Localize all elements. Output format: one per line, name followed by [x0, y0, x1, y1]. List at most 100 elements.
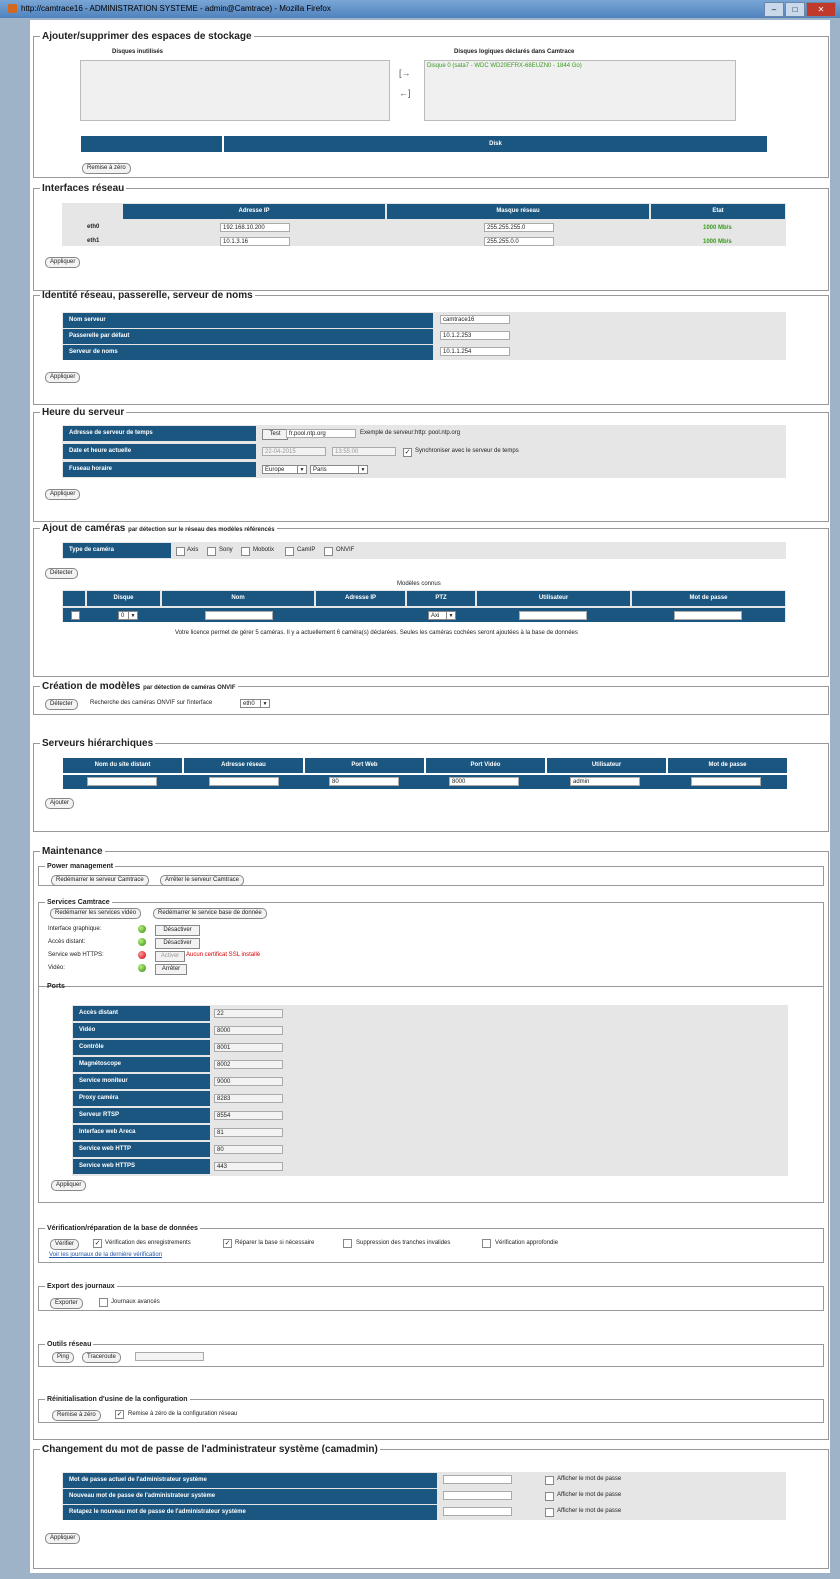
- advanced-logs-checkbox[interactable]: [99, 1298, 108, 1307]
- unused-disks-list[interactable]: [80, 60, 390, 121]
- camera-type-axis-checkbox[interactable]: [176, 547, 185, 556]
- sync-ntp-checkbox[interactable]: ✓: [403, 448, 412, 457]
- camera-type-sony-checkbox[interactable]: [207, 547, 216, 556]
- hier-web-port-input[interactable]: 80: [329, 777, 399, 786]
- declared-disk-item[interactable]: Disque 0 (sata7 - WDC WD20EFRX-68EUZN0 -…: [427, 63, 582, 69]
- detect-cameras-button[interactable]: Détecter: [45, 568, 78, 579]
- date-input[interactable]: 22-04-2015: [262, 447, 326, 456]
- repair-db-checkbox[interactable]: ✓: [223, 1239, 232, 1248]
- video-service-label: Vidéo:: [48, 965, 65, 971]
- port-input[interactable]: 80: [214, 1145, 283, 1154]
- camera-disk-select[interactable]: 0 ▼: [118, 611, 138, 620]
- iface-eth1-ip-input[interactable]: 10.1.3.16: [220, 237, 290, 246]
- verify-logs-link[interactable]: Voir les journaux de la dernière vérific…: [49, 1252, 162, 1258]
- retype-password-input[interactable]: [443, 1507, 512, 1516]
- camera-row-checkbox[interactable]: [71, 611, 80, 620]
- network-tool-target-input[interactable]: [135, 1352, 204, 1361]
- apply-identity-button[interactable]: Appliquer: [45, 372, 81, 383]
- port-input[interactable]: 443: [214, 1162, 283, 1171]
- timezone-region-select[interactable]: Europe ▼: [262, 465, 307, 474]
- gui-status-green-icon: [138, 925, 146, 933]
- add-disk-arrow-icon[interactable]: [→: [399, 68, 411, 78]
- network-legend: Interfaces réseau: [42, 183, 125, 194]
- ntp-test-button[interactable]: Test: [262, 429, 288, 440]
- close-icon[interactable]: ✕: [806, 2, 836, 17]
- hier-video-port-input[interactable]: 8000: [449, 777, 519, 786]
- port-label: Vidéo: [73, 1023, 210, 1038]
- restart-server-button[interactable]: Redémarrer le serveur Camtrace: [51, 875, 149, 886]
- remote-access-disable-button[interactable]: Désactiver: [155, 938, 200, 949]
- server-name-input[interactable]: camtrace16: [440, 315, 510, 324]
- iface-eth0-mask-input[interactable]: 255.255.255.0: [484, 223, 554, 232]
- port-input[interactable]: 8001: [214, 1043, 283, 1052]
- https-enable-button[interactable]: Activer: [155, 951, 185, 962]
- ping-button[interactable]: Ping: [52, 1352, 75, 1363]
- deep-verify-checkbox[interactable]: [482, 1239, 491, 1248]
- camera-disk-value: 0: [121, 613, 125, 619]
- port-input[interactable]: 9000: [214, 1077, 283, 1086]
- factory-reset-button[interactable]: Remise à zéro: [52, 1410, 101, 1421]
- timezone-city-value: Paris: [313, 467, 327, 473]
- reset-storage-button[interactable]: Remise à zéro: [82, 163, 131, 174]
- show-new-password-label: Afficher le mot de passe: [557, 1492, 622, 1498]
- traceroute-button[interactable]: Traceroute: [82, 1352, 121, 1363]
- port-input[interactable]: 8000: [214, 1026, 283, 1035]
- stop-server-button[interactable]: Arrêter le serveur Camtrace: [160, 875, 245, 886]
- export-logs-button[interactable]: Exporter: [50, 1298, 83, 1309]
- delete-invalid-checkbox[interactable]: [343, 1239, 352, 1248]
- camera-type-onvif-checkbox[interactable]: [324, 547, 333, 556]
- time-input[interactable]: 13:55:00: [332, 447, 396, 456]
- show-new-password-checkbox[interactable]: [545, 1492, 554, 1501]
- hier-site-input[interactable]: [87, 777, 157, 786]
- gateway-input[interactable]: 10.1.2.253: [440, 331, 510, 340]
- timezone-city-select[interactable]: Paris ▼: [310, 465, 368, 474]
- add-hier-server-button[interactable]: Ajouter: [45, 798, 75, 809]
- camera-user-input[interactable]: [519, 611, 587, 620]
- verify-db-button[interactable]: Vérifier: [50, 1239, 80, 1250]
- port-input[interactable]: 8283: [214, 1094, 283, 1103]
- gui-disable-button[interactable]: Désactiver: [155, 925, 200, 936]
- iface-eth0-ip-input[interactable]: 192.168.10.200: [220, 223, 290, 232]
- dns-input[interactable]: 10.1.1.254: [440, 347, 510, 356]
- tools-legend: Outils réseau: [47, 1341, 92, 1348]
- video-stop-button[interactable]: Arrêter: [155, 964, 187, 975]
- camera-type-mobotix-checkbox[interactable]: [241, 547, 250, 556]
- iface-eth0-name: eth0: [87, 224, 100, 230]
- maintenance-legend: Maintenance: [42, 846, 103, 857]
- camera-ptz-select[interactable]: Axi ▼: [428, 611, 456, 620]
- apply-password-button[interactable]: Appliquer: [45, 1533, 81, 1544]
- restart-db-service-button[interactable]: Redémarrer le service base de donnée: [153, 908, 267, 919]
- onvif-search-text: Recherche des caméras ONVIF sur l'interf…: [90, 700, 213, 706]
- detect-onvif-button[interactable]: Détecter: [45, 699, 78, 710]
- onvif-iface-select[interactable]: eth0 ▼: [240, 699, 270, 708]
- camera-password-input[interactable]: [674, 611, 742, 620]
- port-input[interactable]: 8002: [214, 1060, 283, 1069]
- hier-password-input[interactable]: [691, 777, 761, 786]
- declared-disks-list[interactable]: Disque 0 (sata7 - WDC WD20EFRX-68EUZN0 -…: [424, 60, 736, 121]
- show-retype-password-checkbox[interactable]: [545, 1508, 554, 1517]
- current-password-input[interactable]: [443, 1475, 512, 1484]
- known-header-name: Nom: [162, 591, 314, 606]
- reset-network-config-checkbox[interactable]: ✓: [115, 1410, 124, 1419]
- hier-address-input[interactable]: [209, 777, 279, 786]
- port-input[interactable]: 8554: [214, 1111, 283, 1120]
- camera-type-camip-checkbox[interactable]: [285, 547, 294, 556]
- ntp-server-input[interactable]: fr.pool.ntp.org: [286, 429, 356, 438]
- camera-name-input[interactable]: [205, 611, 273, 620]
- apply-time-button[interactable]: Appliquer: [45, 489, 81, 500]
- maximize-icon[interactable]: □: [785, 2, 805, 17]
- hier-user-input[interactable]: admin: [570, 777, 640, 786]
- verify-recordings-checkbox[interactable]: ✓: [93, 1239, 102, 1248]
- port-input[interactable]: 81: [214, 1128, 283, 1137]
- new-password-input[interactable]: [443, 1491, 512, 1500]
- https-ssl-warning: Aucun certificat SSL installé: [186, 952, 261, 958]
- apply-ports-button[interactable]: Appliquer: [51, 1180, 87, 1191]
- show-current-password-checkbox[interactable]: [545, 1476, 554, 1485]
- apply-network-button[interactable]: Appliquer: [45, 257, 81, 268]
- remove-disk-arrow-icon[interactable]: ←]: [399, 88, 411, 98]
- restart-video-services-button[interactable]: Redémarrer les services vidéo: [50, 908, 142, 919]
- minimize-icon[interactable]: –: [764, 2, 784, 17]
- iface-eth1-mask-input[interactable]: 255.255.0.0: [484, 237, 554, 246]
- port-input[interactable]: 22: [214, 1009, 283, 1018]
- dns-label: Serveur de noms: [63, 345, 433, 360]
